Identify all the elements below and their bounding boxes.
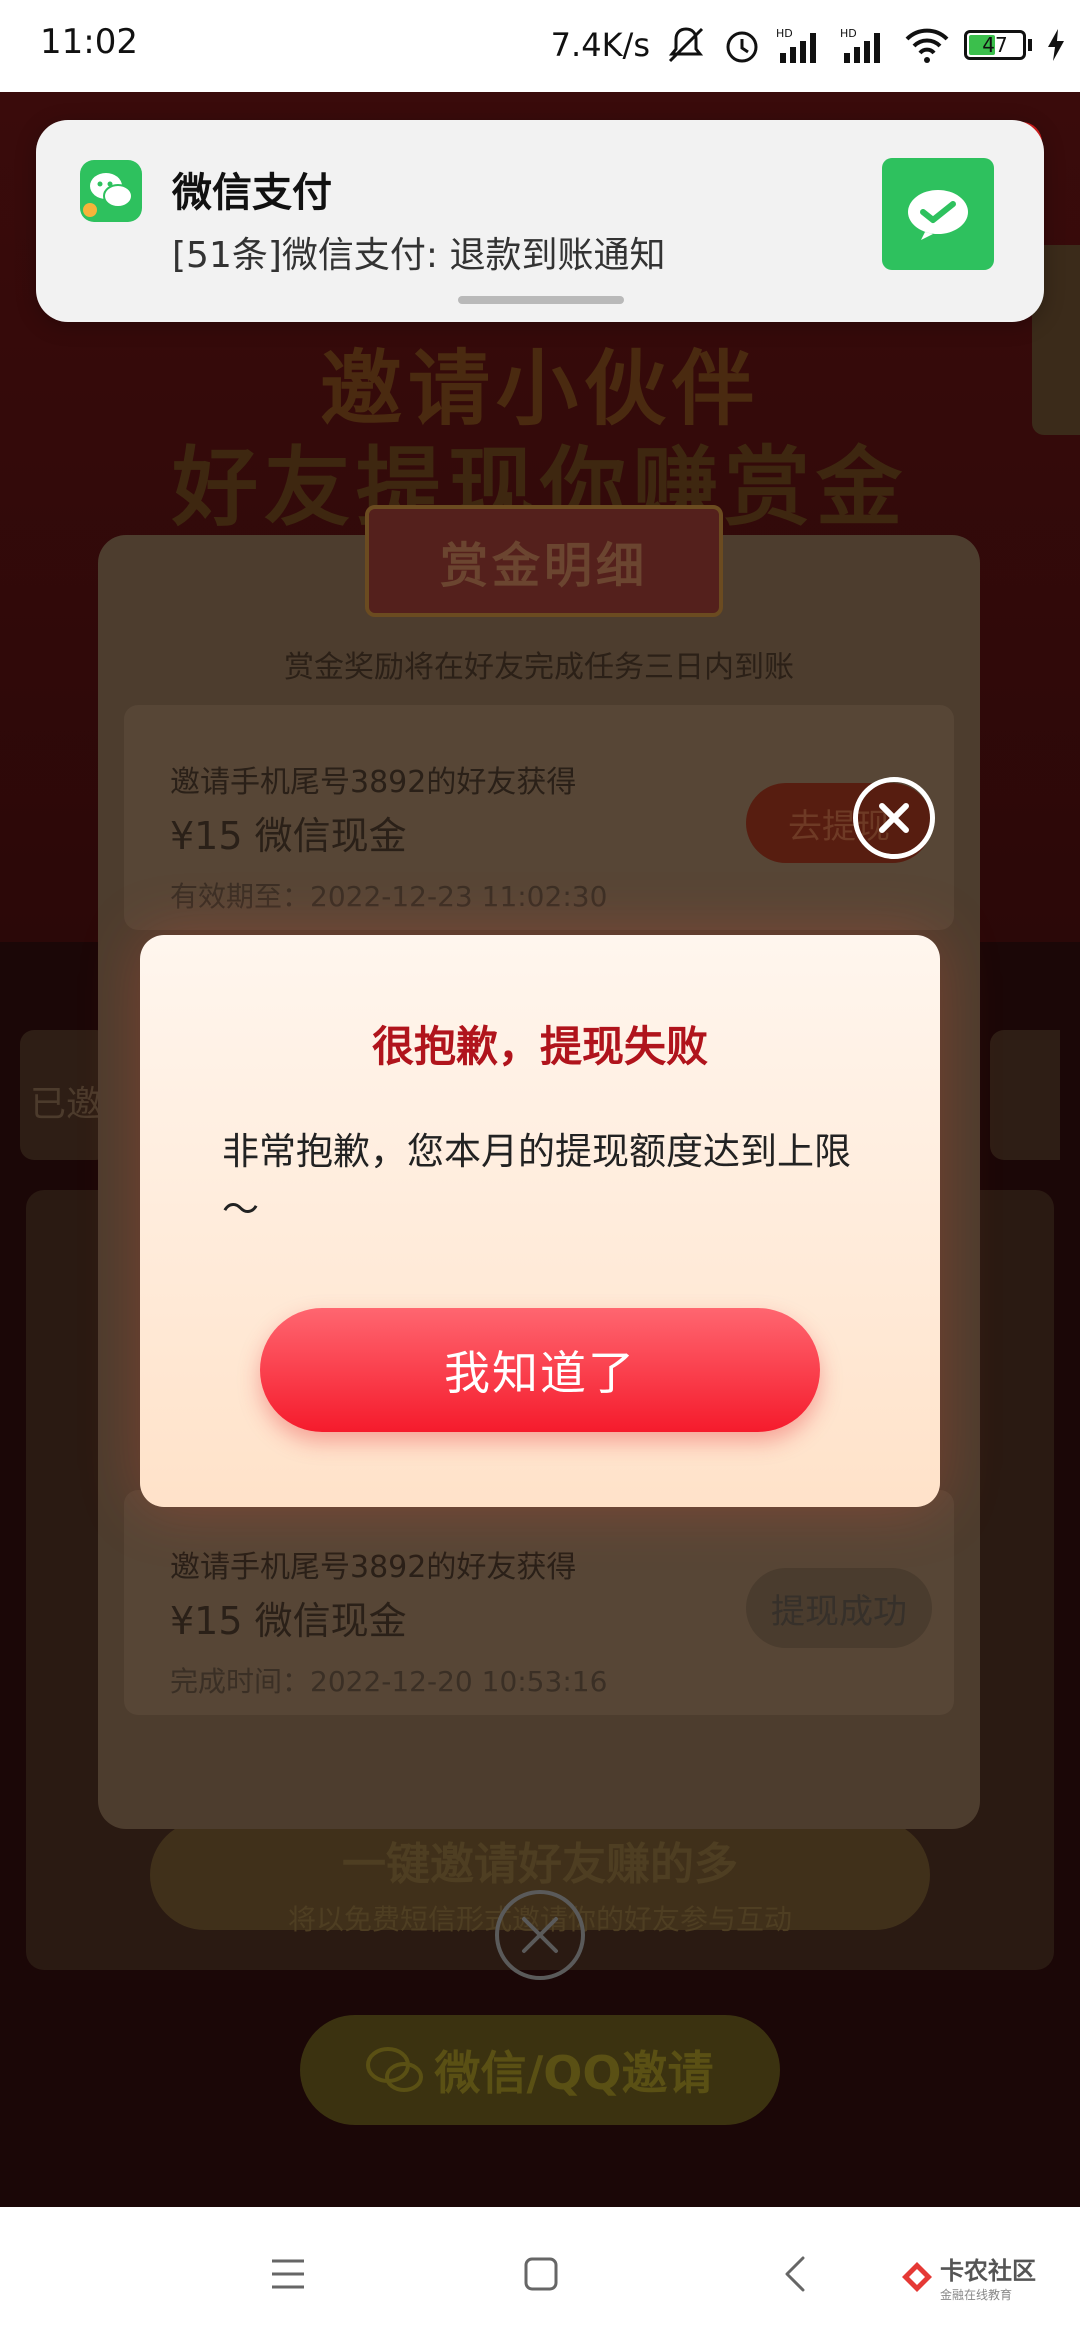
bounty-close-button[interactable]	[495, 1890, 585, 1980]
reward-time: 有效期至：2022-12-23 11:02:30	[170, 880, 608, 913]
svg-text:HD: HD	[840, 27, 857, 40]
wifi-icon	[905, 28, 949, 63]
withdraw-success-button[interactable]: 提现成功	[746, 1568, 932, 1648]
reward-amount: ¥15 微信现金	[170, 1599, 407, 1643]
watermark-text: 卡农社区	[940, 2257, 1036, 2285]
charging-icon	[1048, 29, 1064, 61]
bounty-note: 赏金奖励将在好友完成任务三日内到账	[284, 650, 794, 685]
back-icon[interactable]	[783, 2255, 807, 2293]
wechat-app-icon	[80, 160, 142, 222]
mute-icon	[668, 27, 704, 63]
invited-label: 已邀	[30, 1084, 103, 1125]
close-icon	[522, 1917, 558, 1953]
battery-level: 47	[982, 33, 1008, 57]
wechat-qq-invite-label: 微信/QQ邀请	[434, 2046, 714, 2100]
signal-hd-icon: HD	[776, 27, 816, 63]
menu-icon[interactable]	[270, 2257, 306, 2291]
status-icons: 7.4K/s HD HD 47	[551, 20, 1066, 70]
network-speed: 7.4K/s	[550, 26, 650, 64]
system-nav-bar: 卡农社区 金融在线教育	[0, 2207, 1080, 2340]
reward-time: 完成时间：2022-12-20 10:53:16	[170, 1665, 608, 1698]
dialog-title: 很抱歉，提现失败	[371, 1022, 708, 1071]
status-bar: 11:02 7.4K/s HD HD 47	[0, 0, 1080, 92]
watermark-logo-icon	[902, 2262, 932, 2292]
reward-title: 邀请手机尾号3892的好友获得	[170, 765, 577, 800]
invite-cta-title: 一键邀请好友赚的多	[342, 1839, 738, 1890]
watermark: 卡农社区 金融在线教育	[900, 2251, 1036, 2303]
wechat-pay-icon	[882, 158, 994, 270]
invited-panel-right	[990, 1030, 1060, 1160]
wechat-pay-notification[interactable]: 微信支付 [51条]微信支付: 退款到账通知	[36, 120, 1044, 322]
wechat-icon	[366, 2047, 424, 2092]
battery-icon: 47	[964, 30, 1032, 60]
notification-drag-handle[interactable]	[458, 296, 624, 304]
wechat-qq-invite-button[interactable]: 微信/QQ邀请	[300, 2015, 780, 2125]
dialog-close-button[interactable]	[853, 777, 935, 859]
dialog-message: 非常抱歉，您本月的提现额度达到上限～	[222, 1130, 851, 1231]
withdraw-failed-dialog: 很抱歉，提现失败 非常抱歉，您本月的提现额度达到上限～ 我知道了	[140, 935, 940, 1507]
reward-title: 邀请手机尾号3892的好友获得	[170, 1550, 577, 1585]
bounty-ribbon-title: 赏金明细	[365, 505, 723, 617]
status-time: 11:02	[40, 22, 138, 62]
signal-hd-icon: HD	[840, 27, 880, 63]
reward-card: 邀请手机尾号3892的好友获得 ¥15 微信现金 有效期至：2022-12-23…	[124, 705, 954, 930]
alarm-icon	[726, 31, 758, 63]
reward-card: 邀请手机尾号3892的好友获得 ¥15 微信现金 完成时间：2022-12-20…	[124, 1490, 954, 1715]
notification-app-name: 微信支付	[172, 170, 332, 216]
got-it-button[interactable]: 我知道了	[260, 1308, 820, 1432]
reward-amount: ¥15 微信现金	[170, 814, 407, 858]
home-icon[interactable]	[524, 2257, 558, 2291]
notification-body: [51条]微信支付: 退款到账通知	[172, 235, 666, 276]
svg-text:HD: HD	[776, 27, 793, 40]
watermark-subtext: 金融在线教育	[940, 2288, 1013, 2302]
close-icon	[879, 803, 909, 833]
